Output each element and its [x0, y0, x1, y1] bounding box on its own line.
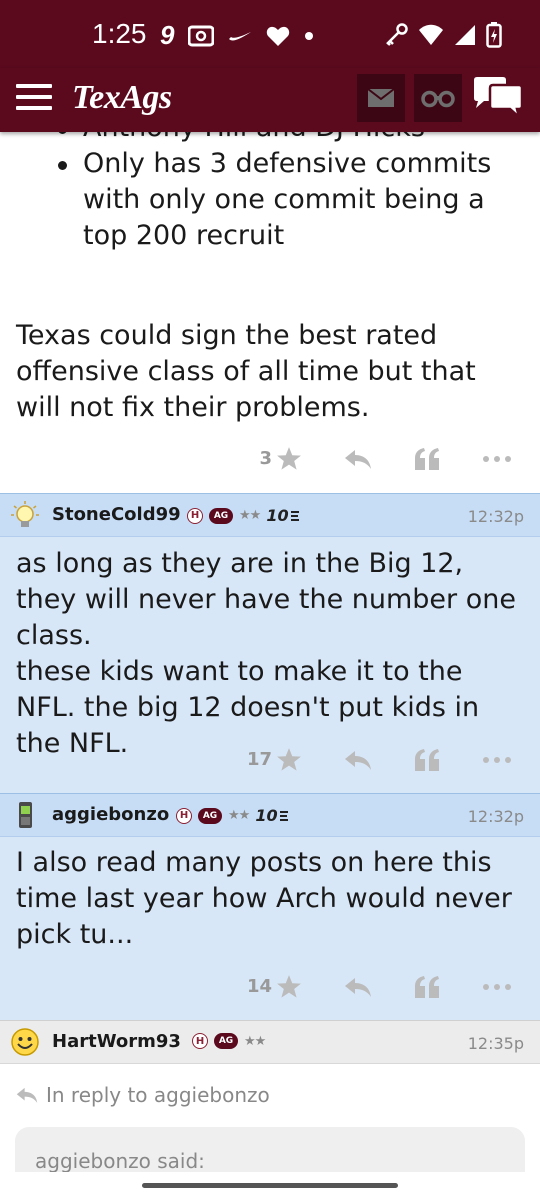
post-actions: 17 — [244, 747, 512, 772]
ag-badge: AG — [198, 807, 222, 824]
post-paragraph[interactable]: I also read many posts on here this time… — [16, 845, 526, 953]
bullet-item: Only has 3 defensive commits with only o… — [58, 146, 528, 254]
user-stars: ★★ — [244, 1033, 266, 1049]
star-count: 14 — [246, 976, 272, 997]
user-badges: H AG ★★ 10 — [176, 806, 289, 825]
quote-icon — [415, 748, 439, 771]
quote-icon — [415, 975, 439, 998]
post-time[interactable]: 12:35p — [468, 1034, 524, 1053]
reply-button[interactable] — [344, 749, 372, 771]
binoculars-icon — [421, 90, 455, 108]
radio-icon — [188, 25, 215, 46]
user-badges: H AG ★★ — [192, 1033, 266, 1049]
status-right-icons — [384, 22, 502, 48]
post-paragraph: as long as they are in the Big 12, they … — [16, 548, 516, 651]
site-logo[interactable]: TexAgs — [72, 79, 172, 117]
key-icon — [386, 23, 408, 46]
wifi-icon — [419, 24, 443, 45]
h-badge: H — [192, 1033, 208, 1049]
more-icon — [483, 983, 511, 990]
quote-button[interactable] — [414, 975, 440, 998]
username[interactable]: StoneCold99 — [52, 504, 181, 525]
user-stars: ★★ — [239, 508, 261, 523]
post-header: StoneCold99 H AG ★★ 10 12:32p — [0, 494, 540, 537]
star-icon — [277, 447, 301, 470]
post: aggiebonzo H AG ★★ 10 12:32p I also read… — [0, 793, 540, 1020]
tenx-label: 10 — [266, 506, 289, 525]
more-options-button[interactable] — [482, 455, 512, 463]
ag-badge: AG — [209, 507, 233, 524]
prev-post-paragraph: Texas could sign the best rated offensiv… — [16, 320, 476, 423]
tenx-badge: 10 — [255, 806, 288, 825]
quote-author: aggiebonzo said: — [35, 1149, 205, 1173]
tenx-lines-icon — [279, 810, 288, 821]
reply-to-link[interactable]: In reply to aggiebonzo — [16, 1083, 270, 1107]
chat-icon[interactable] — [472, 76, 524, 120]
phone-icon — [19, 802, 32, 828]
star-icon — [277, 975, 301, 998]
ag-badge: AG — [214, 1033, 238, 1049]
h-badge: H — [176, 807, 192, 824]
smiley-icon — [11, 1028, 39, 1056]
post: StoneCold99 H AG ★★ 10 12:32p as long as… — [0, 493, 540, 793]
signal-icon — [455, 25, 475, 45]
prev-post-bullets: Anthony Hill and DJ Hicks Only has 3 def… — [58, 132, 528, 254]
tenx-label: 10 — [255, 806, 278, 825]
reply-icon — [16, 1087, 38, 1103]
mail-button[interactable] — [357, 74, 405, 122]
reply-icon — [345, 449, 371, 469]
user-stars: ★★ — [228, 808, 250, 823]
more-icon — [483, 756, 511, 763]
star-count: 3 — [259, 448, 272, 469]
tenx-badge: 10 — [266, 506, 299, 525]
app-header: TexAgs — [0, 68, 540, 132]
more-options-button[interactable] — [482, 983, 512, 991]
username[interactable]: aggiebonzo — [52, 804, 169, 825]
lightbulb-icon — [11, 501, 39, 527]
more-options-button[interactable] — [482, 756, 512, 764]
star-button[interactable]: 17 — [244, 747, 302, 772]
star-count: 17 — [246, 749, 272, 770]
star-icon — [277, 748, 301, 771]
star-button[interactable]: 3 — [244, 446, 302, 471]
username[interactable]: HartWorm93 — [52, 1031, 181, 1052]
dot-icon — [305, 31, 314, 40]
more-icon — [483, 455, 511, 462]
quote-button[interactable] — [414, 447, 440, 470]
post-time[interactable]: 12:32p — [468, 807, 524, 826]
reply-to-text: In reply to aggiebonzo — [46, 1083, 270, 1107]
thread-content: Anthony Hill and DJ Hicks Only has 3 def… — [0, 132, 540, 1200]
bullet-item: Anthony Hill and DJ Hicks — [58, 132, 528, 146]
tenx-lines-icon — [290, 510, 299, 521]
post-actions: 14 — [244, 974, 512, 999]
home-indicator[interactable] — [142, 1183, 398, 1188]
star-button[interactable]: 14 — [244, 974, 302, 999]
post-header: HartWorm93 H AG ★★ 12:35p — [0, 1021, 540, 1064]
prev-post-actions: 3 — [244, 446, 512, 471]
post-time[interactable]: 12:32p — [468, 507, 524, 526]
post-paragraph: these kids want to make it to the NFL. t… — [16, 656, 480, 759]
status-left-icons: 9 — [160, 20, 314, 51]
reply-button[interactable] — [344, 448, 372, 470]
status-bar: 1:25 9 — [0, 0, 540, 68]
nine-icon: 9 — [160, 20, 175, 50]
menu-icon[interactable] — [16, 84, 52, 114]
battery-icon — [486, 22, 502, 48]
reply-button[interactable] — [344, 976, 372, 998]
swoosh-icon — [229, 31, 252, 41]
mail-icon — [367, 88, 395, 107]
reply-icon — [345, 977, 371, 997]
quote-icon — [415, 447, 439, 470]
status-time: 1:25 — [92, 18, 147, 49]
binoculars-button[interactable] — [414, 74, 462, 122]
heart-icon — [267, 26, 290, 46]
post-header: aggiebonzo H AG ★★ 10 12:32p — [0, 794, 540, 837]
reply-icon — [345, 750, 371, 770]
quote-button[interactable] — [414, 748, 440, 771]
user-badges: H AG ★★ 10 — [187, 506, 300, 525]
h-badge: H — [187, 507, 203, 524]
